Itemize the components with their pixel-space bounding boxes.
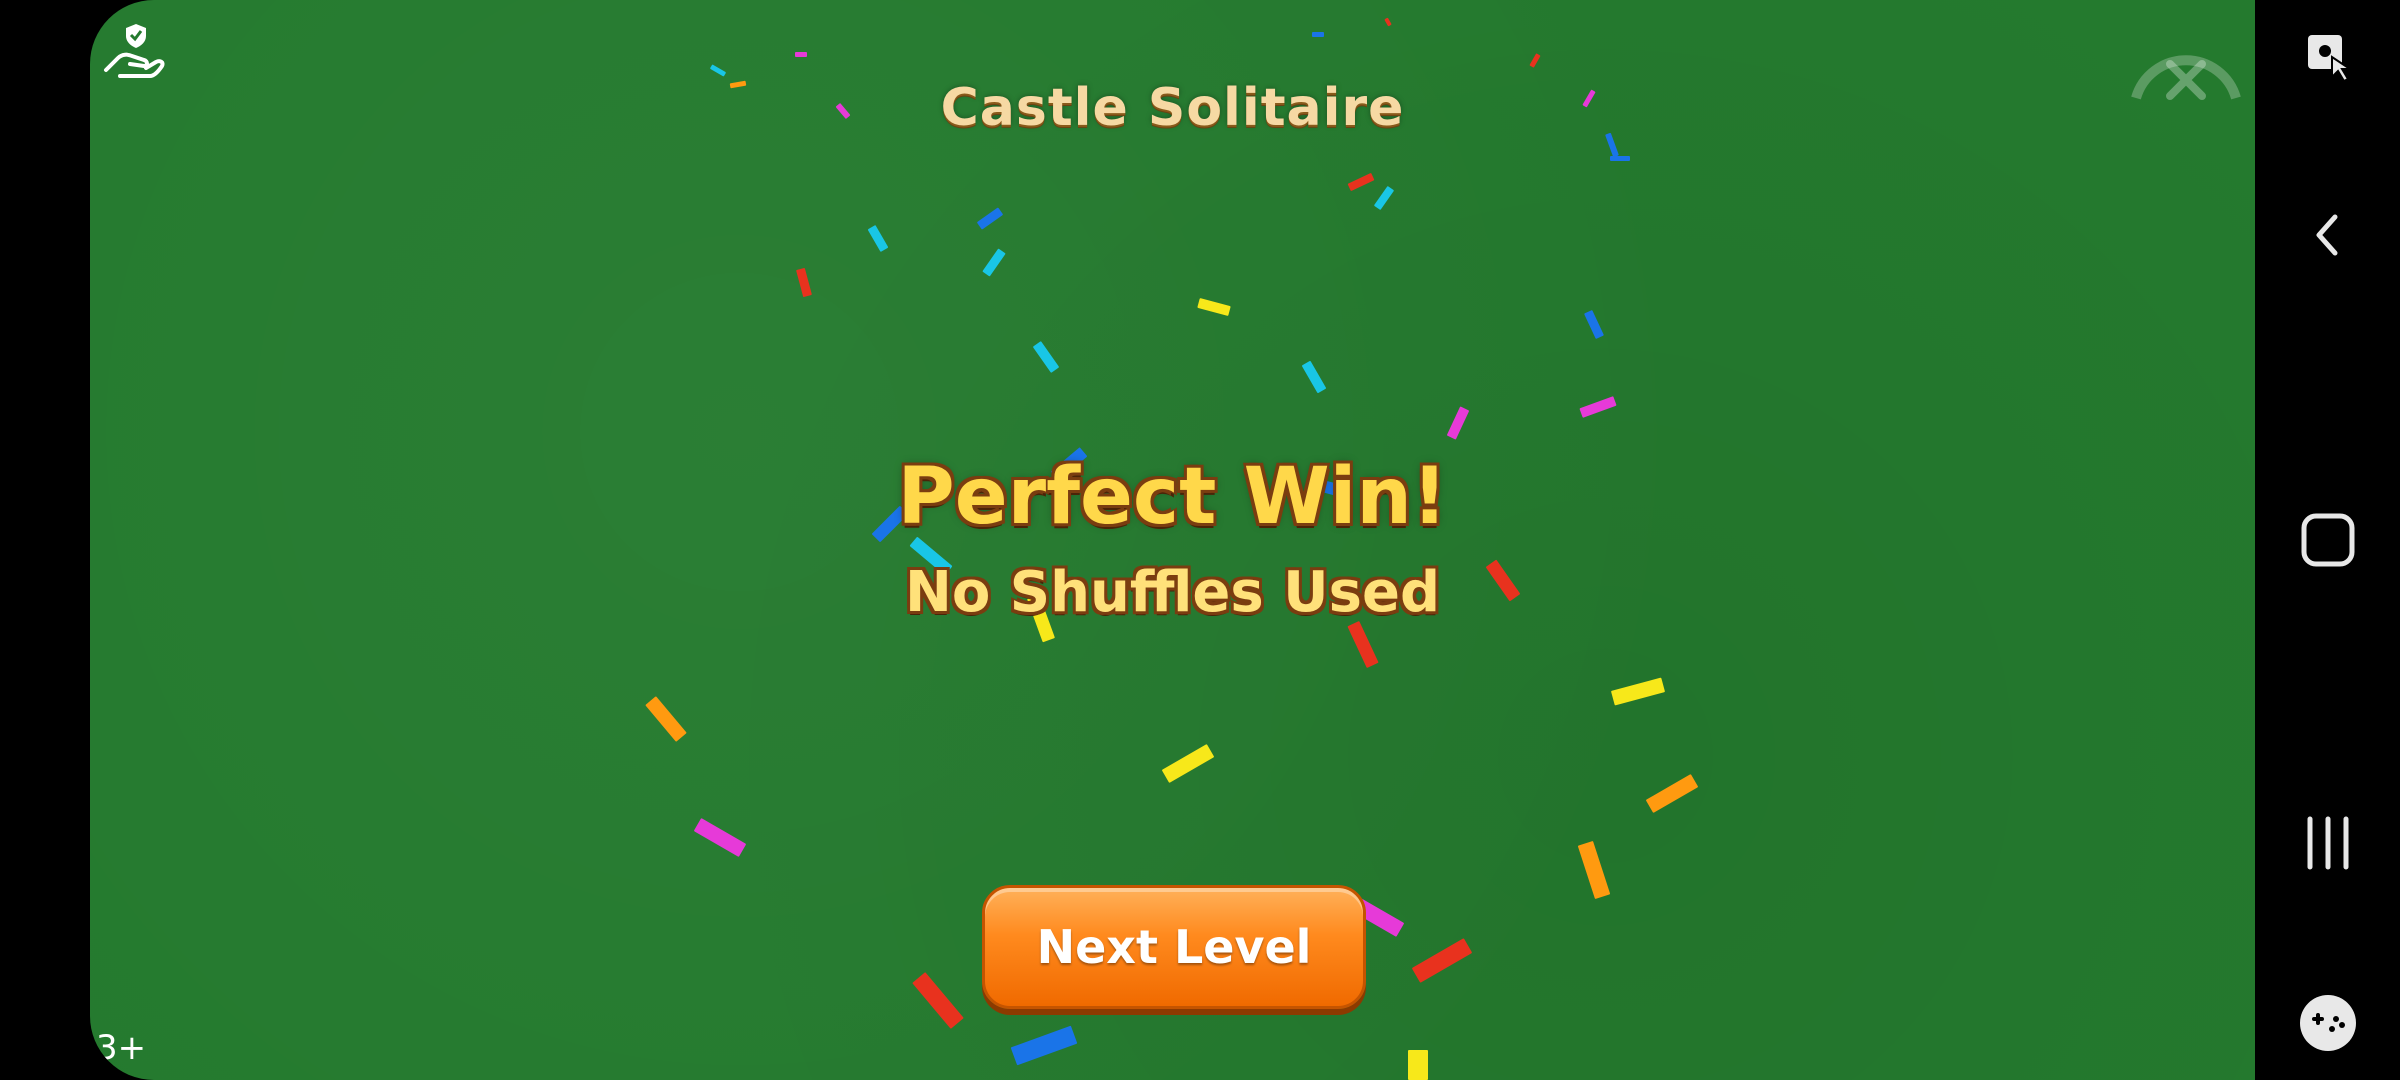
confetti-piece (645, 696, 687, 742)
confetti-piece (912, 972, 964, 1029)
confetti-piece (976, 207, 1004, 230)
game-tools-button[interactable] (2255, 988, 2400, 1058)
perfect-win-headline: Perfect Win! (897, 452, 1448, 542)
confetti-piece (1411, 938, 1473, 983)
system-nav-bar (2255, 0, 2400, 1080)
confetti-piece (796, 267, 812, 298)
confetti-piece (1161, 744, 1215, 783)
confetti-piece (1010, 1025, 1078, 1066)
confetti-piece (1584, 309, 1604, 340)
confetti-piece (1610, 156, 1630, 161)
confetti-piece (1610, 677, 1666, 706)
confetti-piece (1408, 1050, 1428, 1080)
confetti-piece (1301, 360, 1327, 394)
confetti-piece (1373, 185, 1395, 211)
confetti-piece (1312, 32, 1324, 37)
back-icon (2316, 214, 2337, 256)
recents-button[interactable] (2255, 808, 2400, 878)
confetti-piece (795, 52, 807, 57)
confetti-piece (1347, 172, 1375, 192)
no-shuffles-subheadline: No Shuffles Used (904, 560, 1441, 625)
age-rating-badge: 3+ (96, 1028, 147, 1068)
confetti-piece (1384, 17, 1392, 27)
home-button[interactable] (2255, 505, 2400, 575)
back-button[interactable] (2255, 200, 2400, 270)
confetti-piece (1446, 406, 1470, 440)
hand-shield-icon[interactable] (100, 18, 166, 84)
confetti-piece (982, 248, 1006, 277)
confetti-piece (1032, 341, 1060, 373)
confetti-piece (1197, 298, 1231, 316)
game-title: Castle Solitaire (940, 78, 1405, 138)
recents-icon (2307, 816, 2348, 870)
next-level-button[interactable]: Next Level (982, 885, 1366, 1009)
confetti-piece (867, 224, 889, 253)
confetti-piece (693, 818, 747, 857)
confetti-piece (1529, 53, 1541, 68)
game-tools-icon (2299, 995, 2356, 1051)
game-screen: Castle Solitaire Perfect Win! No Shuffle… (90, 0, 2255, 1080)
confetti-piece (1347, 620, 1379, 669)
home-icon (2301, 513, 2354, 567)
confetti-piece (709, 64, 727, 77)
confetti-piece (1579, 396, 1617, 418)
screen-pin-icon (2307, 35, 2353, 83)
confetti-piece (1645, 774, 1699, 813)
screen-pin-button[interactable] (2255, 22, 2400, 92)
confetti-piece (1577, 840, 1611, 900)
